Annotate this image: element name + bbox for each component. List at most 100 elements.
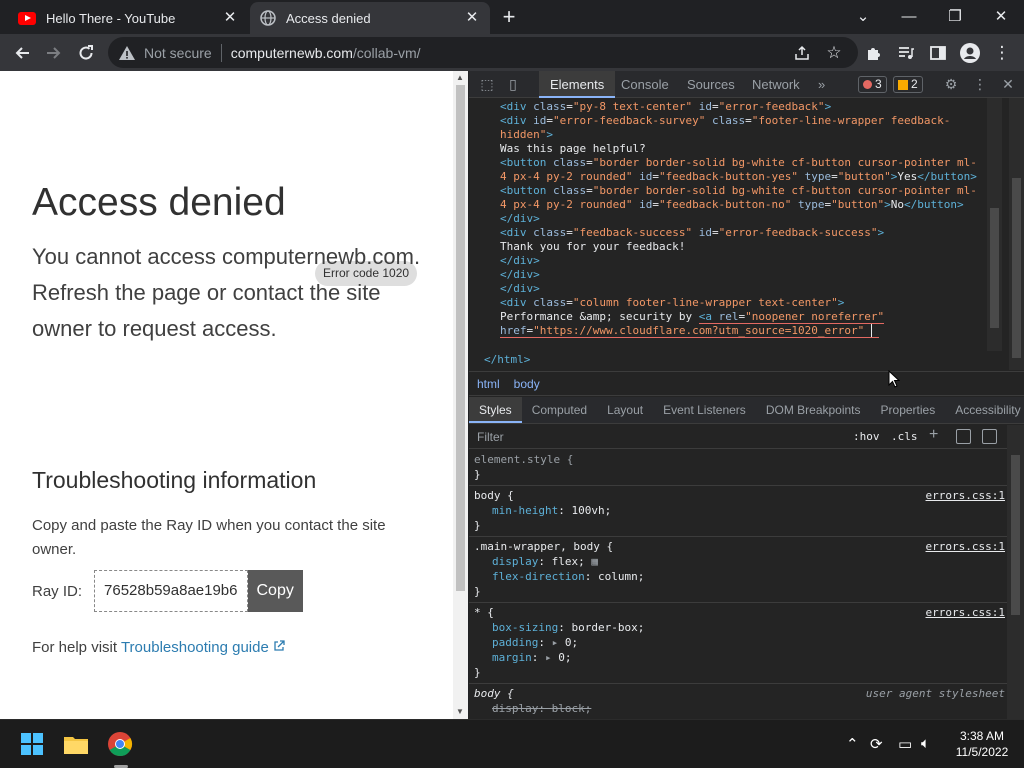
tab-search-chevron-icon[interactable]: ⌄ [840, 0, 886, 32]
file-explorer-icon[interactable] [62, 730, 90, 758]
rule-selector: body { [474, 489, 514, 502]
device-toolbar-icon[interactable]: ▯ [504, 75, 522, 93]
tab-event-listeners[interactable]: Event Listeners [653, 397, 756, 423]
declaration[interactable]: padding: ▸ 0; [474, 635, 1002, 650]
expand-triangle-icon[interactable]: ▸ [552, 636, 559, 649]
dom-line: hidden"> [500, 128, 553, 141]
extensions-button[interactable] [860, 39, 888, 67]
scroll-down-icon[interactable]: ▼ [456, 707, 464, 716]
side-panel-button[interactable] [924, 39, 952, 67]
bookmark-button[interactable]: ☆ [820, 39, 848, 67]
network-icon[interactable]: ▭ [898, 735, 912, 753]
ray-id-value[interactable]: 76528b59a8ae19b6 [94, 570, 248, 612]
dom-tree[interactable]: <div class="py-8 text-center" id="error-… [469, 98, 1024, 370]
tab-youtube[interactable]: Hello There - YouTube ✕ [8, 2, 248, 34]
tab-accessibility[interactable]: Accessibility [945, 397, 1024, 423]
troubleshooting-guide-link[interactable]: Troubleshooting guide [121, 639, 285, 656]
gear-icon[interactable]: ⚙ [942, 75, 960, 93]
share-button[interactable] [788, 39, 816, 67]
tab-sources[interactable]: Sources [676, 71, 746, 98]
warning-count-badge[interactable]: 2 [893, 76, 923, 93]
close-devtools-icon[interactable]: ✕ [999, 75, 1017, 93]
ray-id-label: Ray ID: [32, 582, 83, 600]
property-name: min-height [492, 504, 559, 517]
dom-close-html: </html> [484, 353, 530, 366]
rule-source-link[interactable]: errors.css:1 [926, 488, 1005, 503]
dom-tree-scrollbar[interactable] [1009, 98, 1024, 370]
scrollbar-thumb[interactable] [1011, 455, 1020, 615]
style-rule: * { errors.css:1 box-sizing: border-box;… [469, 603, 1007, 684]
tab-properties[interactable]: Properties [871, 397, 946, 423]
close-window-button[interactable]: ✕ [978, 0, 1024, 32]
tab-layout[interactable]: Layout [597, 397, 653, 423]
tab-styles[interactable]: Styles [469, 397, 522, 423]
editor-scrollbar[interactable] [987, 98, 1002, 351]
rule-source-link[interactable]: errors.css:1 [926, 605, 1005, 620]
tab-computed[interactable]: Computed [522, 397, 597, 423]
minimize-button[interactable]: — [886, 0, 932, 32]
scrollbar-thumb[interactable] [990, 208, 999, 328]
system-clock[interactable]: 3:38 AM 11/5/2022 [946, 728, 1018, 760]
property-value: flex; [551, 555, 585, 568]
windows-taskbar: ⌃ ⟳ ▭ 🔈︎ 3:38 AM 11/5/2022 [0, 719, 1024, 768]
windows-start-icon[interactable] [18, 730, 46, 758]
declaration[interactable]: box-sizing: border-box; [474, 620, 1002, 635]
tab-access-denied[interactable]: Access denied ✕ [250, 2, 490, 34]
rule-source-link[interactable]: errors.css:1 [926, 539, 1005, 554]
reload-button[interactable] [72, 39, 100, 67]
breadcrumb-body[interactable]: body [514, 377, 540, 391]
security-status[interactable]: Not secure [144, 45, 212, 61]
new-tab-button[interactable]: + [497, 6, 521, 28]
declaration-overridden[interactable]: display: block; [474, 701, 1002, 716]
restore-button[interactable]: ❐ [932, 0, 978, 32]
forward-button[interactable] [40, 39, 68, 67]
kebab-menu-icon[interactable]: ⋮ [971, 75, 989, 93]
sidebar-toggle-icon[interactable] [982, 429, 997, 444]
page-scrollbar[interactable]: ▲ ▼ [453, 71, 468, 719]
inspect-element-icon[interactable]: ⬚ [478, 75, 496, 93]
page-title: Access denied [32, 181, 286, 224]
tab-console[interactable]: Console [610, 71, 680, 98]
style-rule: body { errors.css:1 min-height: 100vh; } [469, 486, 1007, 537]
styles-pane[interactable]: element.style { } body { errors.css:1 mi… [469, 450, 1007, 719]
class-toggle[interactable]: .cls [891, 430, 918, 443]
hover-state-toggle[interactable]: :hov [853, 430, 880, 443]
declaration[interactable]: min-height: 100vh; [474, 503, 1002, 518]
back-button[interactable] [8, 39, 36, 67]
close-tab-icon[interactable]: ✕ [222, 10, 238, 26]
volume-icon[interactable]: 🔈︎ [921, 735, 930, 752]
scroll-up-icon[interactable]: ▲ [456, 73, 464, 82]
chrome-icon[interactable] [106, 730, 134, 758]
declaration[interactable]: margin: ▸ 0; [474, 650, 1002, 665]
flexbox-editor-icon[interactable]: ▦ [591, 555, 598, 568]
tab-elements[interactable]: Elements [539, 71, 616, 98]
new-rule-icon[interactable]: + [929, 426, 938, 444]
filter-input[interactable]: Filter [477, 430, 504, 444]
expand-triangle-icon[interactable]: ▸ [545, 651, 552, 664]
styles-scrollbar[interactable] [1007, 425, 1024, 719]
declaration[interactable]: flex-direction: column; [474, 569, 1002, 584]
close-html-tag: </html> [484, 353, 531, 366]
style-rule: body { user agent stylesheet display: bl… [469, 684, 1007, 719]
style-rule: .main-wrapper, body { errors.css:1 displ… [469, 537, 1007, 603]
copy-button[interactable]: Copy [247, 570, 303, 612]
tab-dom-breakpoints[interactable]: DOM Breakpoints [756, 397, 871, 423]
warning-triangle-icon[interactable] [118, 44, 136, 62]
menu-button[interactable]: ⋮ [988, 39, 1016, 67]
paint-icon[interactable] [956, 429, 971, 444]
mouse-cursor-icon [888, 370, 900, 388]
error-count-badge[interactable]: 3 [858, 76, 887, 93]
puzzle-icon [868, 48, 880, 60]
scrollbar-thumb[interactable] [456, 85, 465, 591]
tab-network[interactable]: Network [741, 71, 811, 98]
scrollbar-thumb[interactable] [1012, 178, 1021, 358]
address-bar[interactable]: Not secure computernewb.com/collab-vm/ [108, 37, 858, 68]
breadcrumb-html[interactable]: html [477, 377, 500, 391]
declaration[interactable]: display: flex; ▦ [474, 554, 1002, 569]
media-button[interactable] [892, 39, 920, 67]
more-tabs-icon[interactable]: » [807, 71, 836, 98]
show-hidden-icons-chevron-icon[interactable]: ⌃ [846, 735, 859, 753]
sync-icon[interactable]: ⟳ [870, 735, 883, 753]
close-tab-icon[interactable]: ✕ [464, 10, 480, 26]
profile-button[interactable] [956, 39, 984, 67]
